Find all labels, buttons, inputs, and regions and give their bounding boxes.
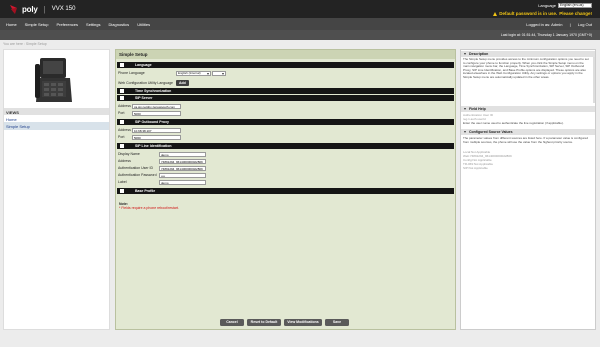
- change-password-link[interactable]: Please change!: [559, 11, 592, 16]
- view-item-simple-setup[interactable]: Simple Setup: [4, 122, 109, 130]
- poly-logo: poly | VVX 150: [8, 3, 75, 15]
- reset-to-default-button[interactable]: Reset to Default: [247, 319, 281, 326]
- nav-settings[interactable]: Settings: [86, 22, 100, 27]
- chevron-down-icon: [464, 108, 466, 110]
- breadcrumb: You are here : Simple Setup: [3, 42, 47, 46]
- phone-language-select[interactable]: English (Internal): [176, 71, 211, 76]
- line-label-label: Label: [118, 180, 127, 184]
- section-base-profile[interactable]: Base Profile: [117, 188, 454, 194]
- brand-divider: |: [43, 4, 46, 14]
- heading-label: Field Help: [469, 107, 486, 111]
- last-login-text: Last login at: 01:51:44, Thursday 1 Janu…: [500, 33, 592, 37]
- line-label-input[interactable]: [159, 180, 206, 185]
- nav-simple-setup[interactable]: Simple Setup: [25, 22, 49, 27]
- view-item-home[interactable]: Home: [4, 115, 109, 122]
- warning-icon: [493, 11, 498, 16]
- line-address-label: Address: [118, 159, 131, 163]
- source-item: SIP:Not Applicable: [463, 166, 488, 170]
- section-label: Language: [135, 63, 152, 67]
- section-label: Base Profile: [135, 189, 156, 193]
- configured-source-text: The parameter values from different sour…: [463, 136, 589, 144]
- collapse-toggle-icon[interactable]: [120, 96, 124, 100]
- chevron-down-icon: [464, 131, 466, 133]
- chevron-down-icon: [464, 53, 466, 55]
- nav-diagnostics[interactable]: Diagnostics: [109, 22, 130, 27]
- logged-in-text: Logged in as: Admin: [526, 22, 563, 27]
- separator: |: [569, 22, 571, 27]
- proxy-port-input[interactable]: [132, 135, 181, 140]
- section-outbound-proxy[interactable]: SIP Outbound Proxy: [117, 119, 454, 125]
- display-name-input[interactable]: [159, 152, 206, 157]
- section-label: Time Synchronization: [135, 89, 172, 93]
- nav-preferences[interactable]: Preferences: [56, 22, 78, 27]
- chevron-down-icon: [222, 73, 224, 75]
- note-text: * Fields require a phone reboot/restart.: [119, 206, 179, 210]
- proxy-address-input[interactable]: [132, 128, 181, 133]
- section-label: SIP Server: [135, 96, 153, 100]
- nav-home[interactable]: Home: [6, 22, 17, 27]
- language-area: Language English (en-us): [538, 3, 592, 8]
- description-scroll-area[interactable]: The Simple Setup menu provides access to…: [461, 57, 595, 103]
- language-select[interactable]: English (en-us): [558, 3, 592, 8]
- field-help-text: Enter the user name used to authenticate…: [463, 121, 564, 125]
- simple-setup-panel: Simple Setup Language Phone Language Eng…: [115, 49, 456, 330]
- web-language-select[interactable]: [212, 71, 226, 76]
- auth-password-label: Authentication Password: [118, 173, 157, 177]
- section-sip-server[interactable]: SIP Server: [117, 95, 454, 101]
- last-login-bar: Last login at: 01:51:44, Thursday 1 Janu…: [0, 30, 600, 40]
- auth-user-id-input[interactable]: [159, 166, 206, 171]
- collapse-toggle-icon[interactable]: [120, 63, 124, 67]
- display-name-label: Display Name: [118, 152, 140, 156]
- poly-logo-icon: [10, 5, 17, 14]
- collapse-toggle-icon[interactable]: [120, 120, 124, 124]
- default-password-warning: Default password is in use. Please chang…: [493, 11, 592, 16]
- auth-user-id-label: Authentication User ID: [118, 166, 154, 170]
- add-button[interactable]: Add: [176, 80, 189, 86]
- sip-server-address-input[interactable]: [132, 104, 181, 109]
- heading-label: Description: [469, 52, 489, 56]
- configured-source-heading[interactable]: Configured Source Values: [461, 129, 595, 135]
- cancel-button[interactable]: Cancel: [220, 319, 244, 326]
- auth-password-input[interactable]: [159, 173, 206, 178]
- collapse-toggle-icon[interactable]: [120, 189, 124, 193]
- phone-image: [35, 58, 72, 102]
- main-nav: Home Simple Setup Preferences Settings D…: [0, 18, 600, 30]
- collapse-toggle-icon[interactable]: [120, 89, 124, 93]
- view-modifications-button[interactable]: View Modifications: [284, 319, 322, 326]
- section-line-identification[interactable]: SIP Line Identification: [117, 143, 454, 149]
- proxy-port-label: Port: [118, 135, 125, 139]
- sip-server-address-label: Address: [118, 104, 131, 108]
- phone-language-value: English (Internal): [178, 71, 201, 75]
- section-label: SIP Outbound Proxy: [135, 120, 169, 124]
- panel-title: Simple Setup: [116, 50, 455, 59]
- heading-label: Configured Source Values: [469, 130, 513, 134]
- model-name: VVX 150: [51, 6, 76, 12]
- section-label: SIP Line Identification: [135, 144, 172, 148]
- section-language[interactable]: Language: [117, 62, 454, 68]
- line-address-input[interactable]: [159, 159, 206, 164]
- sip-server-port-input[interactable]: [132, 111, 181, 116]
- save-button[interactable]: Save: [325, 319, 349, 326]
- section-time-sync[interactable]: Time Synchronization: [117, 88, 454, 94]
- action-bar: Cancel Reset to Default View Modificatio…: [116, 318, 455, 327]
- description-text: The Simple Setup menu provides access to…: [463, 57, 589, 79]
- help-panel: Description The Simple Setup menu provid…: [460, 49, 596, 330]
- field-help-heading[interactable]: Field Help: [461, 106, 595, 112]
- sip-server-port-label: Port: [118, 111, 125, 115]
- left-panel: VIEWS Home Simple Setup: [3, 49, 110, 330]
- proxy-address-label: Address: [118, 128, 131, 132]
- brand-name: poly: [22, 4, 38, 14]
- web-language-label: Web Configuration Utility Language: [118, 81, 173, 85]
- nav-utilities[interactable]: Utilities: [137, 22, 150, 27]
- collapse-toggle-icon[interactable]: [120, 144, 124, 148]
- logout-link[interactable]: Log Out: [578, 22, 592, 27]
- login-info: Logged in as: Admin | Log Out: [520, 22, 592, 27]
- warning-text: Default password is in use.: [499, 11, 558, 16]
- chevron-down-icon: [207, 73, 209, 75]
- top-bar: poly | VVX 150 Language English (en-us) …: [0, 0, 600, 18]
- views-heading: VIEWS: [4, 108, 109, 115]
- phone-language-label: Phone Language: [118, 71, 145, 75]
- language-label: Language: [538, 3, 556, 8]
